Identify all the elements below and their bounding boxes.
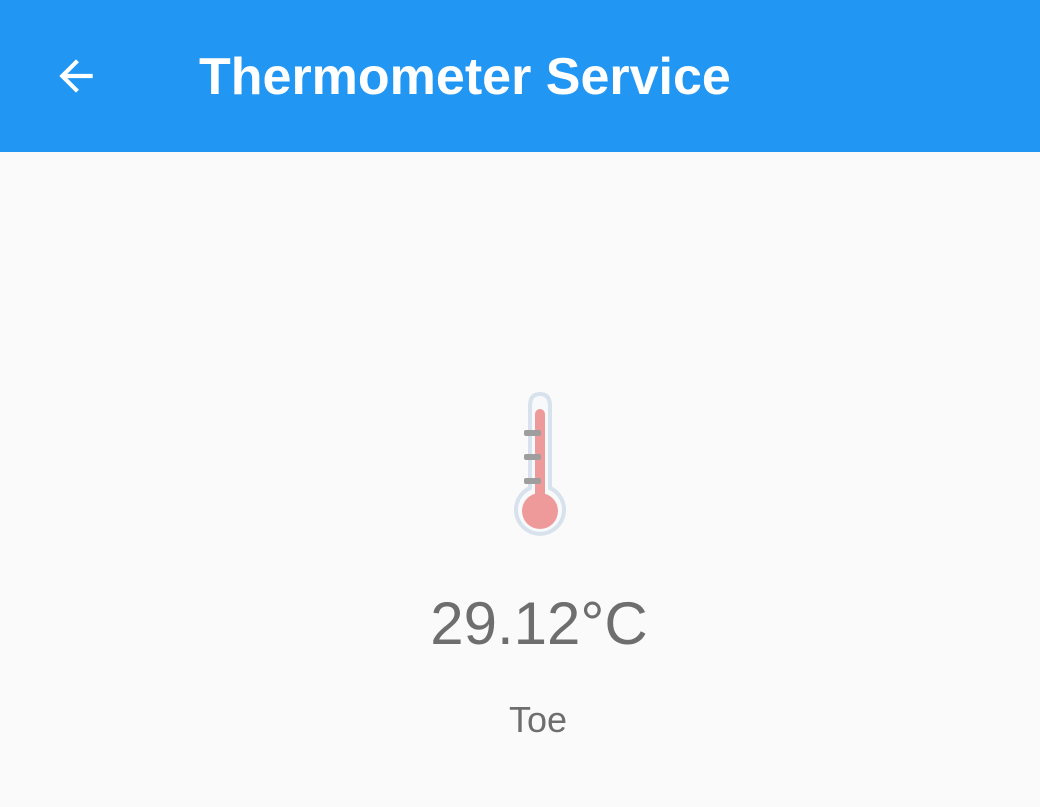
page-title: Thermometer Service bbox=[199, 48, 731, 106]
back-button[interactable] bbox=[40, 40, 112, 112]
arrow-back-icon bbox=[59, 59, 93, 93]
app-bar: Thermometer Service bbox=[0, 0, 1040, 152]
thermometer-icon bbox=[514, 391, 566, 536]
temperature-value: 29.12°C bbox=[430, 590, 648, 657]
measurement-location: Toe bbox=[508, 699, 568, 740]
